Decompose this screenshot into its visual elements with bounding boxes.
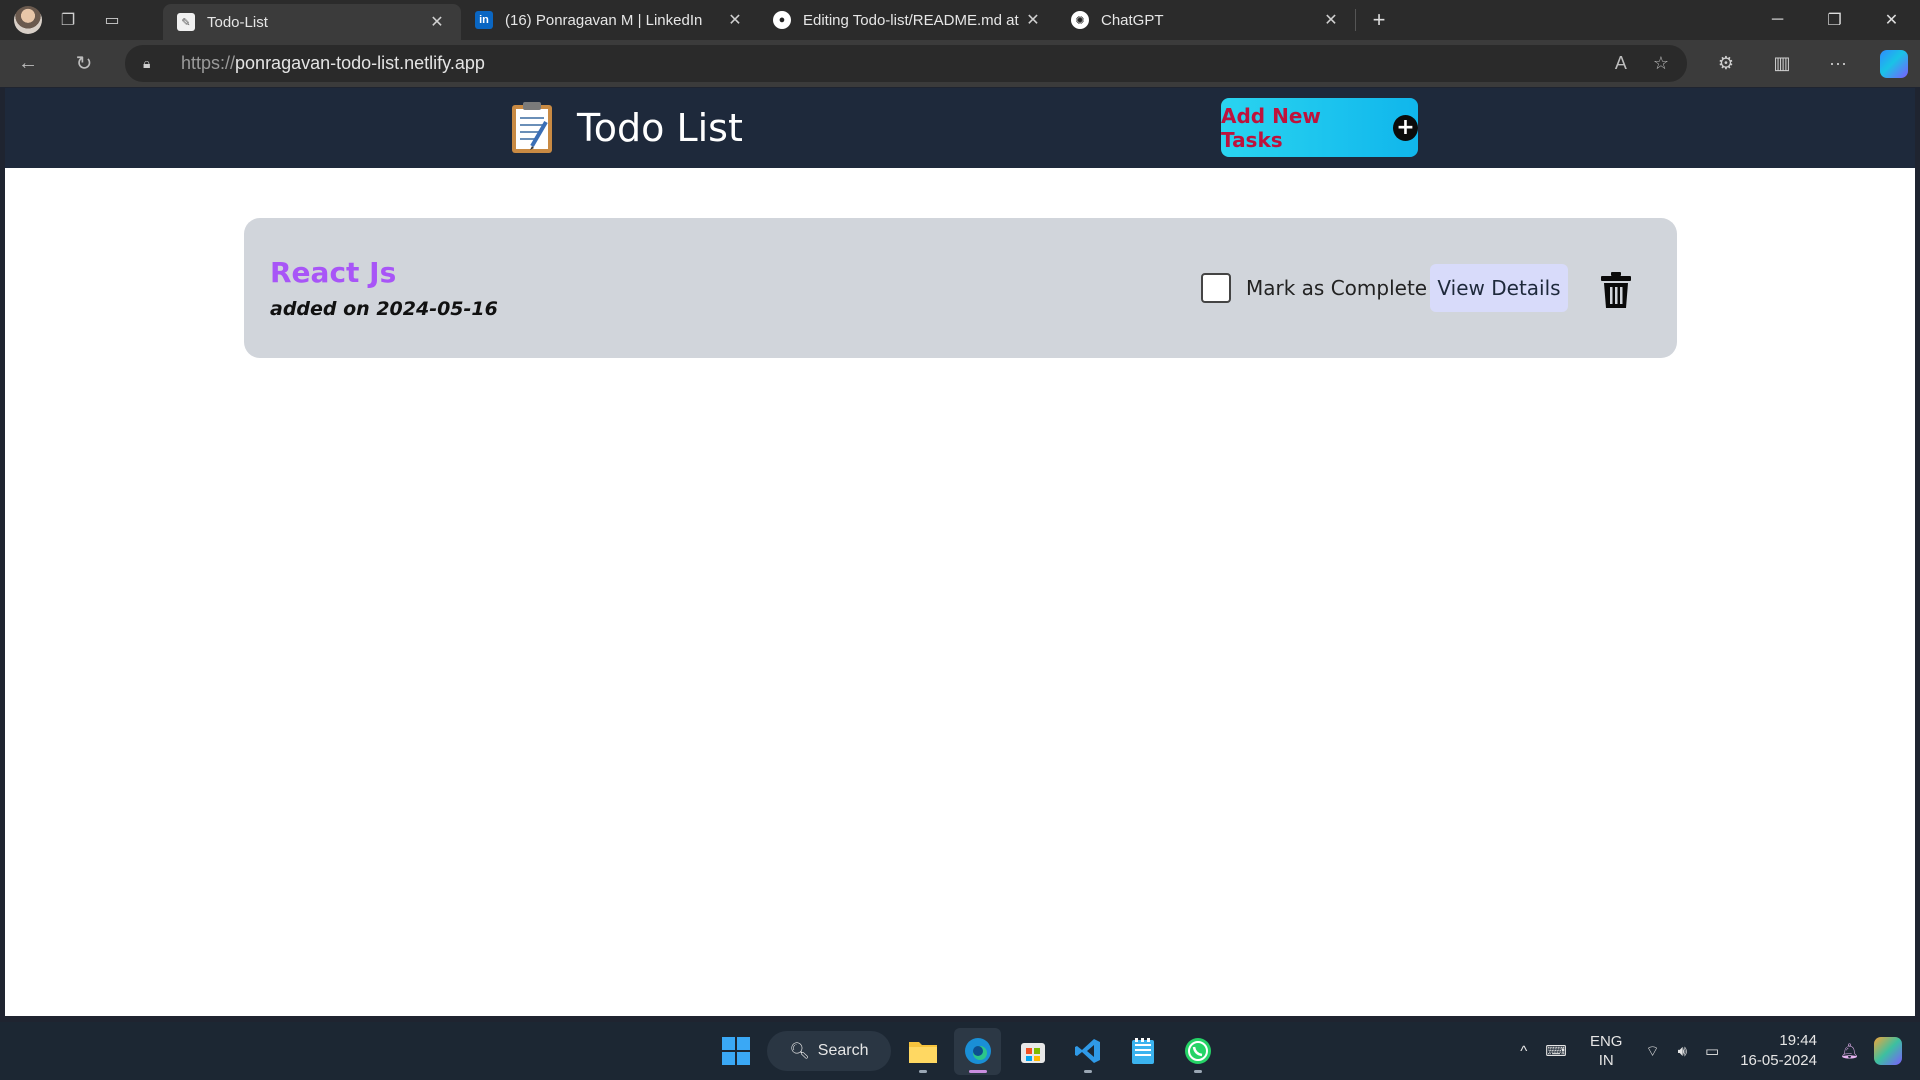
clock-date: 16-05-2024 xyxy=(1740,1052,1817,1069)
notepad-app[interactable] xyxy=(1119,1028,1166,1075)
search-label: Search xyxy=(817,1042,869,1059)
running-indicator xyxy=(1083,1069,1092,1073)
toolbar-right: ⚙︎ ▥ ··· xyxy=(1698,40,1920,87)
view-details-button[interactable]: View Details xyxy=(1430,264,1568,312)
split-screen-icon[interactable]: ▥ xyxy=(1754,53,1810,74)
profile-avatar[interactable] xyxy=(14,6,42,34)
windows-taskbar: 🔍︎ Search ^ ⌨︎ ENG IN ⌔ 🔊︎ ▭ 19:44 16-05… xyxy=(0,1022,1920,1080)
clock-time: 19:44 xyxy=(1779,1032,1817,1049)
close-window-icon[interactable]: ✕ xyxy=(1863,0,1920,40)
close-tab-icon[interactable]: ✕ xyxy=(427,12,447,32)
notification-bell-icon[interactable]: 🔔︎ xyxy=(1831,1042,1868,1060)
app-title: Todo List xyxy=(577,106,743,150)
more-options-icon[interactable]: ··· xyxy=(1810,53,1866,74)
taskbar-search[interactable]: 🔍︎ Search xyxy=(767,1031,891,1071)
address-bar[interactable]: 🔒︎ https://ponragavan-todo-list.netlify.… xyxy=(125,45,1687,82)
refresh-icon[interactable]: ↻ xyxy=(56,40,112,87)
trash-icon[interactable] xyxy=(1601,272,1631,308)
active-indicator xyxy=(968,1069,987,1073)
vertical-tabs-icon[interactable]: ▭ xyxy=(90,0,134,40)
battery-icon[interactable]: ▭ xyxy=(1696,1042,1728,1060)
store-app[interactable] xyxy=(1009,1028,1056,1075)
chatgpt-icon: ✺ xyxy=(1071,11,1089,29)
tab-title: Editing Todo-list/README.md at xyxy=(803,11,1019,29)
tab-todo-list[interactable]: ✎ Todo-List ✕ xyxy=(163,4,461,40)
language-indicator[interactable]: ENG IN xyxy=(1576,1032,1637,1070)
task-card: React Js added on 2024-05-16 Mark as Com… xyxy=(244,218,1677,358)
address-bar-actions: A ☆ xyxy=(1615,45,1669,82)
window-controls: ─ ❐ ✕ xyxy=(1749,0,1920,40)
mark-complete-label[interactable]: Mark as Complete xyxy=(1246,276,1427,300)
lock-icon[interactable]: 🔒︎ xyxy=(143,55,163,72)
close-tab-icon[interactable]: ✕ xyxy=(1321,10,1341,30)
edge-app[interactable] xyxy=(954,1027,1001,1075)
chevron-up-icon[interactable]: ^ xyxy=(1511,1043,1536,1060)
task-title: React Js xyxy=(270,256,397,289)
page-viewport: Todo List Add New Tasks + React Js added… xyxy=(5,88,1915,1016)
lang-code: ENG xyxy=(1589,1033,1623,1050)
wifi-icon[interactable]: ⌔ xyxy=(1636,1042,1668,1061)
tab-chatgpt[interactable]: ✺ ChatGPT ✕ xyxy=(1057,0,1355,40)
notepad-icon: ✎ xyxy=(177,13,195,31)
system-tray: ^ ⌨︎ ENG IN ⌔ 🔊︎ ▭ 19:44 16-05-2024 🔔︎ xyxy=(1511,1022,1920,1080)
github-icon: ● xyxy=(773,11,791,29)
add-button-label: Add New Tasks xyxy=(1221,103,1321,152)
search-icon: 🔍︎ xyxy=(789,1043,810,1060)
start-button[interactable] xyxy=(712,1028,759,1075)
tab-title: Todo-List xyxy=(207,13,268,31)
task-added-date: added on 2024-05-16 xyxy=(270,298,498,320)
back-arrow-icon[interactable]: ← xyxy=(0,40,56,87)
whatsapp-app[interactable] xyxy=(1174,1028,1221,1075)
url-text[interactable]: https://ponragavan-todo-list.netlify.app xyxy=(181,53,485,74)
file-explorer-app[interactable] xyxy=(899,1028,946,1075)
windows-logo-icon xyxy=(721,1037,750,1065)
notepad-logo-icon xyxy=(512,102,552,153)
restore-icon[interactable]: ❐ xyxy=(1806,0,1863,40)
clock[interactable]: 19:44 16-05-2024 xyxy=(1728,1031,1831,1071)
add-new-tasks-button[interactable]: Add New Tasks + xyxy=(1221,98,1418,157)
browser-toolbar: ← ↻ 🔒︎ https://ponragavan-todo-list.netl… xyxy=(0,40,1920,87)
keyboard-icon[interactable]: ⌨︎ xyxy=(1536,1042,1576,1060)
app-header: Todo List Add New Tasks + xyxy=(5,88,1915,168)
workspaces-icon[interactable]: ❐ xyxy=(46,0,90,40)
tab-strip-left-controls: ❐ ▭ xyxy=(0,0,163,40)
folder-icon xyxy=(908,1042,937,1063)
minimize-icon[interactable]: ─ xyxy=(1749,0,1806,40)
read-aloud-icon[interactable]: A xyxy=(1615,53,1627,74)
linkedin-icon: in xyxy=(475,11,493,29)
new-tab-button[interactable]: + xyxy=(1356,0,1402,40)
vscode-app[interactable] xyxy=(1064,1028,1111,1075)
notepad-icon xyxy=(1131,1038,1154,1064)
close-tab-icon[interactable]: ✕ xyxy=(1023,10,1043,30)
store-icon xyxy=(1020,1043,1045,1063)
favorite-star-icon[interactable]: ☆ xyxy=(1653,53,1669,74)
browser-tab-strip: ❐ ▭ ✎ Todo-List ✕ in (16) Ponragavan M |… xyxy=(0,0,1920,40)
whatsapp-icon xyxy=(1184,1038,1211,1064)
close-tab-icon[interactable]: ✕ xyxy=(725,10,745,30)
tab-title: ChatGPT xyxy=(1101,11,1164,29)
volume-icon[interactable]: 🔊︎ xyxy=(1669,1043,1696,1060)
vscode-icon xyxy=(1074,1039,1100,1063)
extensions-icon[interactable]: ⚙︎ xyxy=(1698,53,1754,74)
running-indicator xyxy=(918,1069,927,1073)
tab-title: (16) Ponragavan M | LinkedIn xyxy=(505,11,703,29)
tab-github[interactable]: ● Editing Todo-list/README.md at ✕ xyxy=(759,0,1057,40)
tab-linkedin[interactable]: in (16) Ponragavan M | LinkedIn ✕ xyxy=(461,0,759,40)
taskbar-apps: 🔍︎ Search xyxy=(712,1022,1221,1080)
plus-circle-icon: + xyxy=(1393,114,1418,141)
edge-icon xyxy=(964,1038,991,1064)
lang-region: IN xyxy=(1598,1052,1614,1069)
copilot-tray-icon[interactable] xyxy=(1874,1037,1902,1065)
mark-complete-checkbox[interactable] xyxy=(1201,273,1231,303)
copilot-icon[interactable] xyxy=(1880,49,1908,78)
running-indicator xyxy=(1193,1069,1202,1073)
